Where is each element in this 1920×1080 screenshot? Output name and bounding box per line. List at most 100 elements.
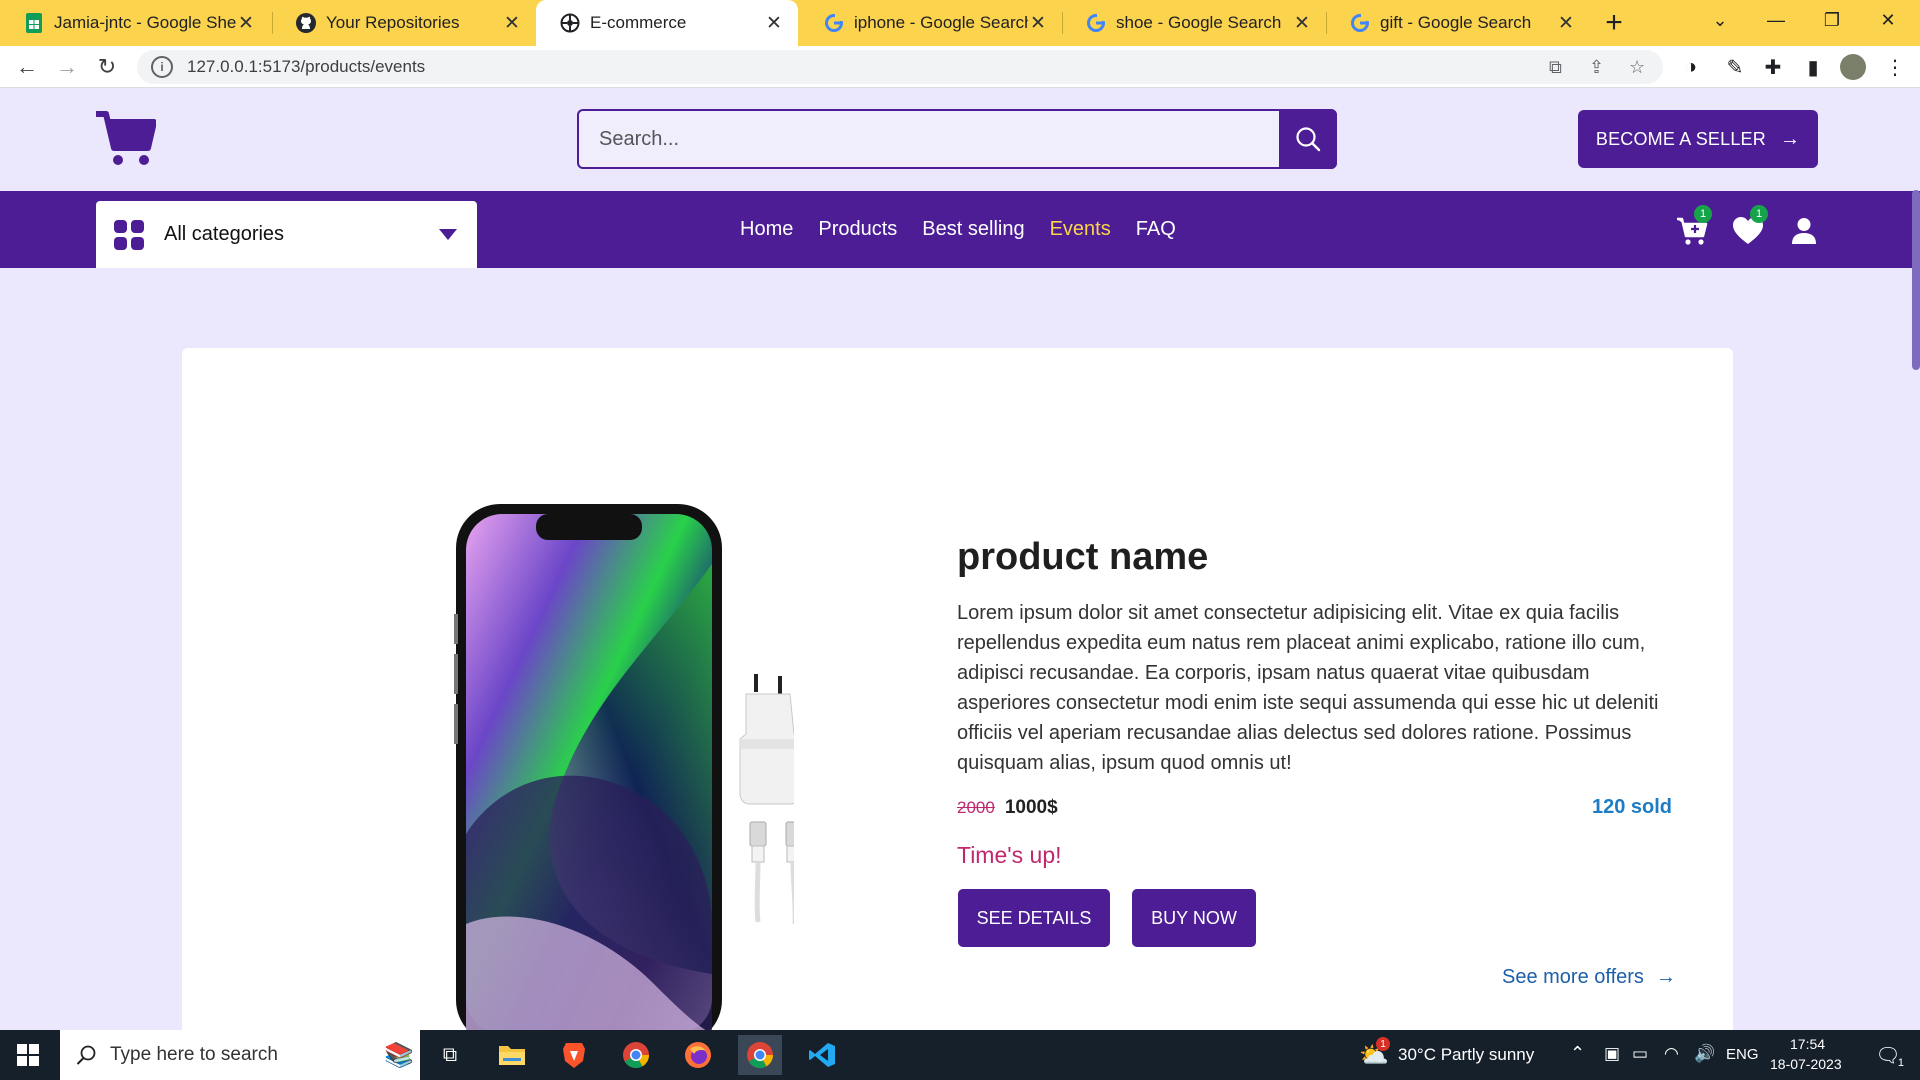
see-more-offers-label: See more offers (1502, 966, 1644, 988)
tab-gift-search[interactable]: gift - Google Search ✕ (1326, 0, 1590, 46)
price-row: 2000 1000$ 120 sold (957, 796, 1672, 819)
bookmark-star-icon[interactable]: ☆ (1629, 50, 1645, 84)
categories-dropdown[interactable]: All categories (96, 201, 477, 268)
profile-button[interactable] (1788, 215, 1820, 247)
site-info-icon[interactable]: i (151, 56, 173, 78)
become-seller-button[interactable]: BECOME A SELLER → (1578, 110, 1818, 168)
url-text: 127.0.0.1:5173/products/events (187, 57, 426, 76)
see-details-label: SEE DETAILS (976, 907, 1092, 928)
main-nav-bar: All categories Home Products Best sellin… (0, 191, 1920, 268)
browser-menu-icon[interactable]: ⋮ (1880, 52, 1910, 82)
search-box (577, 109, 1337, 169)
nav-link-products[interactable]: Products (818, 218, 897, 241)
search-icon (76, 1045, 96, 1065)
close-tab-icon[interactable]: ✕ (236, 12, 256, 35)
weather-icon[interactable]: ⛅ 1 (1354, 1035, 1394, 1075)
puzzle-extensions-icon[interactable]: ✚ (1758, 52, 1788, 82)
volume-icon[interactable]: 🔊 (1694, 1044, 1715, 1064)
open-in-app-icon[interactable]: ⧉ (1549, 50, 1562, 84)
nav-link-best-selling[interactable]: Best selling (922, 218, 1024, 241)
nav-link-faq[interactable]: FAQ (1136, 218, 1176, 241)
github-icon (296, 13, 316, 33)
reload-icon[interactable]: ↻ (90, 50, 124, 84)
search-icon (1296, 127, 1321, 152)
tab-google-sheets[interactable]: Jamia-jntc - Google Sheets ✕ (0, 0, 270, 46)
language-indicator[interactable]: ENG (1726, 1046, 1759, 1063)
wishlist-button[interactable]: 1 (1732, 205, 1768, 247)
file-explorer-icon[interactable] (490, 1035, 534, 1075)
see-more-offers-link[interactable]: See more offers → (1502, 966, 1676, 989)
windows-start-button[interactable] (0, 1030, 56, 1080)
tab-e-commerce[interactable]: E-commerce ✕ (536, 0, 798, 46)
windows-taskbar: Type here to search 📚 ⧉ ⛅ 1 30°C Partly … (0, 1030, 1920, 1080)
close-tab-icon[interactable]: ✕ (1028, 12, 1048, 35)
taskbar-search-placeholder: Type here to search (110, 1044, 278, 1065)
tab-iphone-search[interactable]: iphone - Google Search ✕ (800, 0, 1062, 46)
tab-title: iphone - Google Search (854, 13, 1028, 32)
pen-extension-icon[interactable]: ✎ (1720, 52, 1750, 82)
tab-title: E-commerce (590, 13, 687, 32)
minimize-icon[interactable]: — (1748, 0, 1804, 40)
google-icon (1350, 13, 1370, 33)
sheets-icon (24, 13, 44, 33)
new-tab-button[interactable]: + (1596, 0, 1632, 46)
shopping-cart-logo-icon[interactable] (94, 110, 157, 168)
seller-button-label: BECOME A SELLER (1595, 128, 1766, 149)
nav-link-home[interactable]: Home (740, 218, 793, 241)
profile-avatar[interactable] (1838, 52, 1868, 82)
weather-text[interactable]: 30°C Partly sunny (1398, 1045, 1534, 1065)
taskbar-search-box[interactable]: Type here to search 📚 (60, 1030, 420, 1080)
close-tab-icon[interactable]: ✕ (764, 12, 784, 35)
product-description: Lorem ipsum dolor sit amet consectetur a… (957, 602, 1659, 774)
battery-icon[interactable]: ▭ (1632, 1044, 1648, 1064)
event-card: product name Lorem ipsum dolor sit amet … (182, 348, 1733, 1068)
forward-arrow-icon[interactable]: → (50, 50, 84, 84)
task-view-icon[interactable]: ⧉ (428, 1035, 472, 1075)
search-button[interactable] (1279, 109, 1337, 169)
firefox-icon[interactable] (676, 1035, 720, 1075)
site-header: BECOME A SELLER → (0, 88, 1920, 191)
browser-toolbar: ← → ↻ i 127.0.0.1:5173/products/events ⧉… (0, 46, 1920, 88)
buy-now-label: BUY NOW (1151, 907, 1237, 928)
side-panel-icon[interactable]: ▮ (1798, 52, 1828, 82)
notification-count: 1 (1897, 1057, 1904, 1069)
product-image[interactable] (354, 504, 801, 1044)
notification-center-icon[interactable]: 🗨 1 (1866, 1035, 1910, 1075)
caret-down-icon (439, 229, 457, 240)
page-scrollbar[interactable] (1912, 190, 1920, 370)
address-bar[interactable]: i 127.0.0.1:5173/products/events ⧉ ⇪ ☆ (137, 50, 1663, 84)
nav-link-events[interactable]: Events (1050, 218, 1111, 241)
device-icon[interactable]: ▣ (1604, 1044, 1620, 1064)
buy-now-button[interactable]: BUY NOW (1132, 889, 1256, 947)
countdown-timer: Time's up! (957, 842, 1062, 868)
clock-time[interactable]: 17:54 (1790, 1036, 1825, 1052)
tab-search-chevron-icon[interactable]: ⌄ (1692, 0, 1748, 40)
arrow-right-icon: → (1779, 127, 1801, 150)
chevron-up-icon[interactable]: ⌃ (1570, 1043, 1585, 1064)
cart-count-badge: 1 (1694, 205, 1712, 223)
share-icon[interactable]: ⇪ (1589, 50, 1604, 84)
restore-icon[interactable]: ❐ (1804, 0, 1860, 40)
chrome-icon[interactable] (614, 1035, 658, 1075)
wishlist-count-badge: 1 (1750, 205, 1768, 223)
arrow-right-icon: → (1655, 966, 1676, 988)
vscode-icon[interactable] (800, 1035, 844, 1075)
close-window-icon[interactable]: ✕ (1860, 0, 1916, 40)
clock-date[interactable]: 18-07-2023 (1770, 1056, 1842, 1072)
chrome-active-window-icon[interactable] (738, 1035, 782, 1075)
cart-button[interactable]: 1 (1676, 205, 1712, 247)
windows-logo-icon (17, 1044, 39, 1066)
close-tab-icon[interactable]: ✕ (1292, 12, 1312, 35)
categories-label: All categories (164, 223, 285, 245)
extension-icon[interactable]: ◑ (1676, 52, 1706, 82)
back-arrow-icon[interactable]: ← (10, 50, 44, 84)
see-details-button[interactable]: SEE DETAILS (958, 889, 1110, 947)
close-tab-icon[interactable]: ✕ (502, 12, 522, 35)
search-highlight-icon: 📚 (384, 1041, 414, 1069)
close-tab-icon[interactable]: ✕ (1556, 12, 1576, 35)
tab-shoe-search[interactable]: shoe - Google Search ✕ (1062, 0, 1326, 46)
search-input[interactable] (579, 111, 1279, 167)
wifi-icon[interactable]: ◠ (1664, 1044, 1679, 1064)
brave-browser-icon[interactable] (552, 1035, 596, 1075)
tab-your-repositories[interactable]: Your Repositories ✕ (272, 0, 536, 46)
